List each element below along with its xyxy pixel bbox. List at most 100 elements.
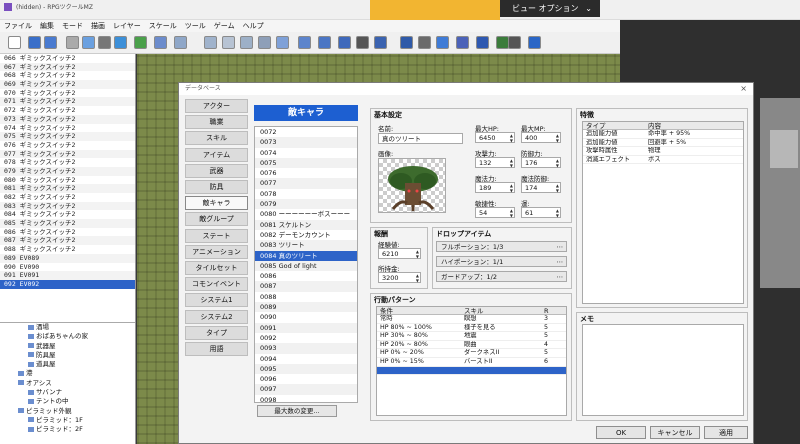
category-tab[interactable]: ステート	[185, 228, 248, 243]
category-tab[interactable]: 武器	[185, 163, 248, 178]
category-tab[interactable]: 用語	[185, 342, 248, 356]
map-tree-item[interactable]: ピラミッド外観	[0, 407, 135, 416]
toolbar-button-icon[interactable]	[436, 36, 449, 49]
toolbar-button-icon[interactable]	[356, 36, 369, 49]
exp-field[interactable]: 6210 ▲ ▼	[378, 248, 421, 259]
toolbar-button-icon[interactable]	[476, 36, 489, 49]
category-tab[interactable]: システム2	[185, 309, 248, 324]
change-max-button[interactable]: 最大数の変更...	[257, 405, 337, 417]
switch-list-item[interactable]: 080 ギミックスイッチ2	[0, 176, 135, 185]
switch-list-item[interactable]: 081 ギミックスイッチ2	[0, 184, 135, 193]
toolbar-button-icon[interactable]	[134, 36, 147, 49]
menu-item[interactable]: 描画	[87, 20, 109, 32]
trait-row[interactable]: 追加能力値 命中率 + 95%	[583, 130, 743, 139]
enemy-list-item[interactable]: 0072	[255, 127, 357, 137]
switch-list-item[interactable]: 091 EV091	[0, 271, 135, 280]
action-row[interactable]: 常時 瞑想 3	[377, 315, 566, 324]
toolbar-button-icon[interactable]	[82, 36, 95, 49]
toolbar-button-icon[interactable]	[174, 36, 187, 49]
switch-list-item[interactable]: 074 ギミックスイッチ2	[0, 124, 135, 133]
stat-field[interactable]: 132 ▲ ▼	[475, 157, 515, 168]
toolbar-button-icon[interactable]	[418, 36, 431, 49]
ok-button[interactable]: OK	[596, 426, 646, 439]
switch-list-item[interactable]: 075 ギミックスイッチ2	[0, 132, 135, 141]
toolbar-button-icon[interactable]	[456, 36, 469, 49]
toolbar-button-icon[interactable]	[28, 36, 41, 49]
switch-list-item[interactable]: 089 EV089	[0, 253, 135, 263]
enemy-list-item[interactable]: 0088	[255, 292, 357, 302]
switch-list-item[interactable]: 078 ギミックスイッチ2	[0, 158, 135, 167]
category-tab[interactable]: 職業	[185, 115, 248, 130]
switch-list-item[interactable]: 067 ギミックスイッチ2	[0, 62, 135, 72]
enemy-list-item[interactable]: 0086	[255, 271, 357, 281]
category-tab[interactable]: アクター	[185, 99, 248, 113]
stat-field[interactable]: 400 ▲ ▼	[521, 132, 561, 143]
traits-table[interactable]: タイプ 内容 追加能力値 命中率 + 95% 追加能力値 回避率 + 5% 攻撃時属性 物理…	[582, 121, 744, 304]
switch-list-item[interactable]: 076 ギミックスイッチ2	[0, 141, 135, 150]
enemy-list-item[interactable]: 0082 デーモンカウント	[255, 230, 357, 240]
drop-item-field[interactable]: ガードアップ：1/2 ⋯	[436, 271, 567, 282]
map-tree-item[interactable]: テントの中	[0, 397, 135, 406]
toolbar-button-icon[interactable]	[338, 36, 351, 49]
switch-list-item[interactable]: 079 ギミックスイッチ2	[0, 166, 135, 176]
enemy-list-item[interactable]: 0097	[255, 384, 357, 395]
map-tree-item[interactable]: 港	[0, 369, 135, 378]
toolbar-button-icon[interactable]	[98, 36, 111, 49]
map-tree-item[interactable]: ピラミッド：1F	[0, 416, 135, 425]
map-tree-item[interactable]: 武器屋	[0, 342, 135, 351]
enemy-list-item[interactable]: 0081 スケルトン	[255, 219, 357, 230]
enemy-list-item[interactable]: 0093	[255, 343, 357, 354]
switch-list-item[interactable]: 085 ギミックスイッチ2	[0, 219, 135, 228]
stat-field[interactable]: 174 ▲ ▼	[521, 182, 561, 193]
menu-item[interactable]: ツール	[181, 20, 210, 32]
enemy-list-item[interactable]: 0095	[255, 363, 357, 375]
map-tree-item[interactable]: サバンナ	[0, 388, 135, 397]
map-tree-item[interactable]: ピラミッド：2F	[0, 425, 135, 434]
action-row[interactable]: HP 80% ~ 100% 様子を見る 5	[377, 324, 566, 333]
enemy-list-item[interactable]: 0079	[255, 199, 357, 210]
enemy-list-item[interactable]: 0080 ーーーーーーボスーーー	[255, 209, 357, 219]
toolbar-button-icon[interactable]	[528, 36, 541, 49]
switch-list-item[interactable]: 090 EV090	[0, 263, 135, 272]
switch-list-item[interactable]: 083 ギミックスイッチ2	[0, 201, 135, 211]
stat-field[interactable]: 61 ▲ ▼	[521, 207, 561, 218]
switch-list-item[interactable]: 068 ギミックスイッチ2	[0, 71, 135, 80]
map-tree-item[interactable]: 道具屋	[0, 360, 135, 369]
switch-list-item[interactable]: 084 ギミックスイッチ2	[0, 210, 135, 219]
enemy-list-item[interactable]: 0092	[255, 333, 357, 343]
menu-item[interactable]: ゲーム	[210, 20, 239, 32]
trait-row[interactable]: 追加能力値 回避率 + 5%	[583, 139, 743, 148]
enemy-list-item[interactable]: 0091	[255, 322, 357, 333]
menu-item[interactable]: モード	[58, 20, 87, 32]
switch-list-item[interactable]: 092 EV092	[0, 279, 135, 289]
menu-item[interactable]: ヘルプ	[239, 20, 268, 32]
enemy-list-item[interactable]: 0094	[255, 354, 357, 364]
enemy-list-item[interactable]: 0076	[255, 168, 357, 178]
category-tab[interactable]: タイルセット	[185, 261, 248, 275]
menu-item[interactable]: スケール	[145, 20, 181, 32]
enemy-list-item[interactable]: 0089	[255, 302, 357, 313]
stat-field[interactable]: 189 ▲ ▼	[475, 182, 515, 193]
category-tab[interactable]: タイプ	[185, 325, 248, 340]
enemy-list-item[interactable]: 0085 God of light	[255, 260, 357, 272]
enemy-list-item[interactable]: 0073	[255, 137, 357, 148]
category-tab[interactable]: 敵キャラ	[185, 196, 248, 211]
category-tab[interactable]: アイテム	[185, 147, 248, 162]
enemy-list-item[interactable]: 0083 ツリート	[255, 240, 357, 251]
switch-list-item[interactable]: 070 ギミックスイッチ2	[0, 89, 135, 98]
switch-list-item[interactable]: 069 ギミックスイッチ2	[0, 80, 135, 89]
toolbar-button-icon[interactable]	[374, 36, 387, 49]
enemy-list-item[interactable]: 0078	[255, 189, 357, 199]
toolbar-button-icon[interactable]	[508, 36, 521, 49]
toolbar-button-icon[interactable]	[66, 36, 79, 49]
trait-row[interactable]: 消滅エフェクト ボス	[583, 156, 743, 165]
toolbar-button-icon[interactable]	[298, 36, 311, 49]
map-tree-item[interactable]: オアシス	[0, 379, 135, 388]
action-row[interactable]: HP 30% ~ 80% 地震 5	[377, 332, 566, 341]
map-tree-item[interactable]: おばあちゃんの家	[0, 332, 135, 341]
toolbar-button-icon[interactable]	[154, 36, 167, 49]
enemy-list-item[interactable]: 0087	[255, 281, 357, 292]
category-tab[interactable]: コモンイベント	[185, 277, 248, 292]
action-patterns-table[interactable]: 条件 スキル R 常時 瞑想 3 HP 80% ~ 100% 様子を見る 5 HP 30% ~ …	[376, 306, 567, 416]
gold-field[interactable]: 3200 ▲ ▼	[378, 272, 421, 283]
